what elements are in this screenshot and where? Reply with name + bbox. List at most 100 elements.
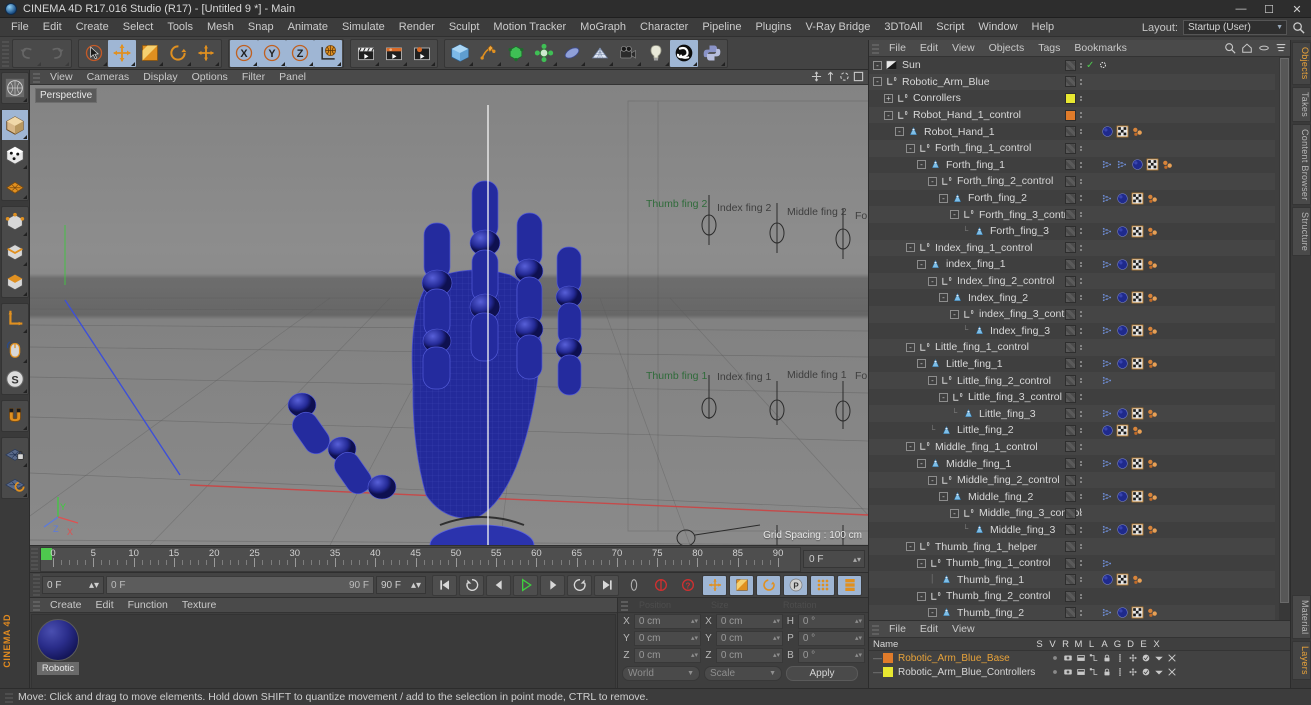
expand-toggle[interactable]: └	[928, 425, 937, 435]
expand-toggle[interactable]: -	[884, 110, 893, 120]
layer-toggle-S[interactable]	[1048, 667, 1061, 677]
object-row[interactable]: -0 Middle_fing_3_control	[869, 505, 1275, 522]
right-tab-layers[interactable]: Layers	[1292, 641, 1311, 680]
position-z-input[interactable]: 0 cm ▴▾	[633, 648, 701, 663]
viewport-menu-display[interactable]: Display	[136, 70, 184, 85]
layer-toggle-A[interactable]	[1113, 653, 1126, 663]
stepper-icon[interactable]: ▴▾	[773, 649, 782, 662]
object-row[interactable]: - 0 Robot_Hand_1_control	[869, 106, 1275, 124]
axis-modify-tool[interactable]	[2, 304, 28, 334]
object-row[interactable]: - Middle_fing_1	[869, 455, 1275, 472]
object-row[interactable]: - 0 Little_fing_2_control	[869, 372, 1275, 389]
tag-dots-icon[interactable]	[1101, 291, 1114, 304]
point-level-anim-button[interactable]	[810, 574, 835, 596]
object-row[interactable]: └ Index_fing_3	[869, 323, 1275, 340]
layer-toggle-A[interactable]	[1113, 667, 1126, 677]
workplane-lock[interactable]	[2, 438, 28, 468]
timeline-layout-button[interactable]	[837, 574, 862, 596]
add-deformer-button[interactable]	[530, 40, 558, 67]
toolbar-grip[interactable]	[2, 39, 9, 67]
object-row[interactable]: - 0 Thumb_fing_2_control	[869, 588, 1275, 605]
lock-y-axis[interactable]: Y	[258, 39, 286, 67]
menu-pipeline[interactable]: Pipeline	[695, 18, 748, 37]
material-item[interactable]: Robotic	[37, 619, 79, 675]
menu-mograph[interactable]: MoGraph	[573, 18, 633, 37]
animbar-grip[interactable]	[33, 574, 40, 596]
viewport-menu-panel[interactable]: Panel	[272, 70, 313, 85]
timeline-grip[interactable]	[31, 548, 38, 570]
expand-toggle[interactable]: -	[906, 243, 915, 253]
visibility-dots[interactable]	[1079, 477, 1083, 483]
world-coordinates[interactable]	[314, 39, 342, 67]
visibility-dots[interactable]	[1079, 444, 1083, 450]
layer-color-swatch[interactable]	[1065, 275, 1076, 287]
visibility-dots[interactable]	[1079, 195, 1083, 201]
rotate-icon[interactable]	[839, 71, 850, 82]
expand-toggle[interactable]: +	[884, 93, 893, 103]
tag-checker-icon[interactable]	[1131, 258, 1144, 271]
play-button[interactable]	[513, 574, 538, 596]
stepper-icon[interactable]: ▴▾	[853, 555, 864, 564]
visibility-dots[interactable]	[1079, 294, 1083, 301]
expand-toggle[interactable]: -	[906, 143, 915, 153]
expand-toggle[interactable]: -	[917, 259, 926, 269]
object-row[interactable]: - 0 Index_fing_1_control	[869, 239, 1275, 257]
play-forwards-button[interactable]	[567, 574, 592, 596]
visibility-dots[interactable]	[1079, 361, 1083, 367]
size-x-input[interactable]: 0 cm ▴▾	[715, 614, 783, 629]
tag-sphere-icon[interactable]	[1116, 192, 1129, 205]
tag-sphere-icon[interactable]	[1101, 573, 1114, 586]
layer-color-swatch[interactable]	[1065, 408, 1076, 420]
tag-sphere-icon[interactable]	[1116, 291, 1129, 304]
object-row[interactable]: - 0 index_fing_3_control	[869, 305, 1275, 323]
menu-tools[interactable]: Tools	[160, 18, 200, 37]
layer-color-swatch[interactable]	[1065, 424, 1076, 436]
polygon-mode[interactable]	[2, 267, 28, 297]
stepper-icon[interactable]: ▴▾	[691, 632, 700, 645]
layout-select[interactable]: Startup (User) ▼	[1183, 20, 1287, 35]
tag-mograph-icon[interactable]	[1146, 606, 1159, 619]
preview-range-slider[interactable]: 0 F 90 F	[106, 576, 374, 594]
add-spline-button[interactable]	[474, 40, 502, 67]
object-row[interactable]: - 0 Little_fing_1_control	[869, 339, 1275, 356]
right-tab-objects[interactable]: Objects	[1292, 42, 1311, 85]
rotation-p-input[interactable]: 0 ° ▴▾	[797, 631, 865, 646]
scale-tool[interactable]	[136, 40, 164, 67]
expand-toggle[interactable]: -	[939, 193, 948, 203]
layer-color-swatch[interactable]	[1065, 358, 1076, 370]
layer-color-swatch[interactable]	[1065, 341, 1076, 353]
menu-render[interactable]: Render	[392, 18, 442, 37]
size-mode-select[interactable]: Scale ▼	[704, 666, 782, 681]
layer-color-swatch[interactable]	[1065, 225, 1076, 237]
visibility-dots[interactable]	[1079, 527, 1083, 533]
visibility-dots[interactable]	[1079, 560, 1083, 566]
object-row[interactable]: - Sun ✓	[869, 57, 1275, 74]
object-menu-edit[interactable]: Edit	[913, 40, 945, 57]
object-row[interactable]: - 0 Thumb_fing_1_control	[869, 555, 1275, 572]
tag-mograph-icon[interactable]	[1146, 291, 1159, 304]
tag-checker-icon[interactable]	[1131, 606, 1144, 619]
size-z-input[interactable]: 0 cm ▴▾	[715, 648, 783, 663]
visibility-dots[interactable]	[1079, 593, 1083, 600]
menu-snap[interactable]: Snap	[241, 18, 281, 37]
tag-sphere-icon[interactable]	[1116, 324, 1129, 337]
tag-checker-icon[interactable]	[1131, 324, 1144, 337]
layer-toggle-M[interactable]	[1087, 667, 1100, 677]
layer-color-swatch[interactable]	[1065, 541, 1076, 553]
menu-simulate[interactable]: Simulate	[335, 18, 392, 37]
expand-toggle[interactable]: -	[950, 309, 959, 319]
object-row[interactable]: - 0 Forth_fing_1_control	[869, 139, 1275, 157]
add-cube-button[interactable]	[446, 40, 474, 67]
layer-toggle-E[interactable]	[1152, 653, 1165, 663]
pan-icon[interactable]	[811, 71, 822, 82]
layer-color-swatch[interactable]	[1065, 574, 1076, 586]
object-row[interactable]: - 0 Forth_fing_2_control	[869, 173, 1275, 190]
object-row[interactable]: └ Little_fing_3	[869, 405, 1275, 423]
viewport-menu-options[interactable]: Options	[185, 70, 235, 85]
visibility-dots[interactable]	[1079, 261, 1083, 268]
object-menu-file[interactable]: File	[882, 40, 913, 57]
layer-toggle-G[interactable]	[1126, 667, 1139, 677]
object-row[interactable]: - Index_fing_2	[869, 289, 1275, 306]
object-row[interactable]: - 0 Middle_fing_2_control	[869, 471, 1275, 489]
tag-checker-icon[interactable]	[1131, 291, 1144, 304]
